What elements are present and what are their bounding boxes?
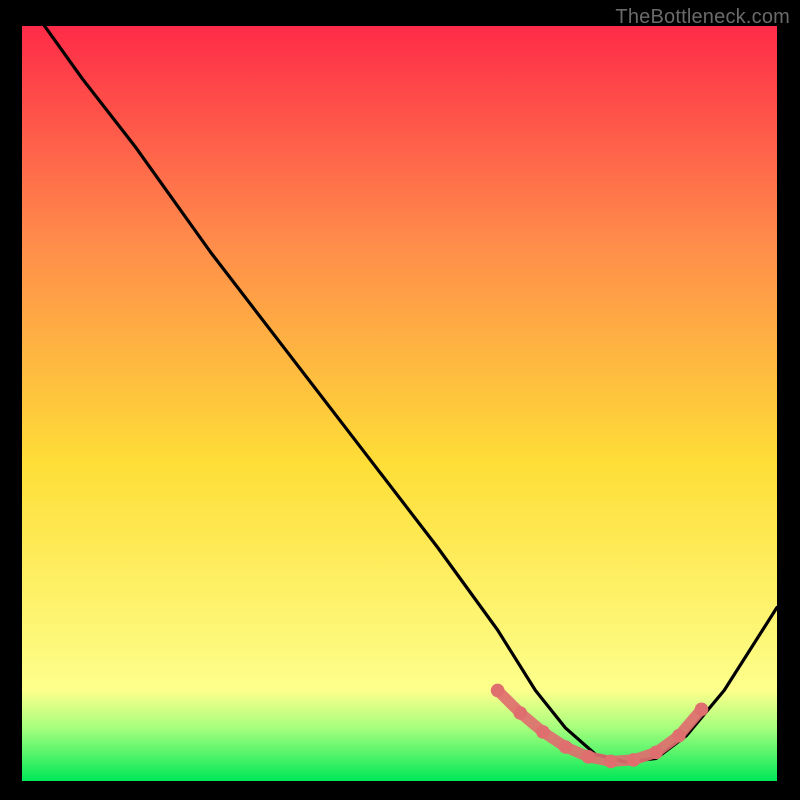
optimal-point xyxy=(536,725,550,739)
optimal-point xyxy=(514,706,528,720)
optimal-point xyxy=(695,703,709,717)
optimal-point xyxy=(627,753,641,767)
optimal-point xyxy=(491,684,505,698)
optimal-point xyxy=(559,740,573,754)
optimal-point xyxy=(672,729,686,743)
gradient-rect xyxy=(22,26,777,781)
optimal-point xyxy=(604,755,618,769)
chart-area xyxy=(22,26,777,781)
page-root: TheBottleneck.com xyxy=(0,0,800,800)
optimal-point xyxy=(649,746,663,760)
watermark-label: TheBottleneck.com xyxy=(615,6,790,29)
chart-svg xyxy=(22,26,777,781)
optimal-point xyxy=(582,750,596,764)
